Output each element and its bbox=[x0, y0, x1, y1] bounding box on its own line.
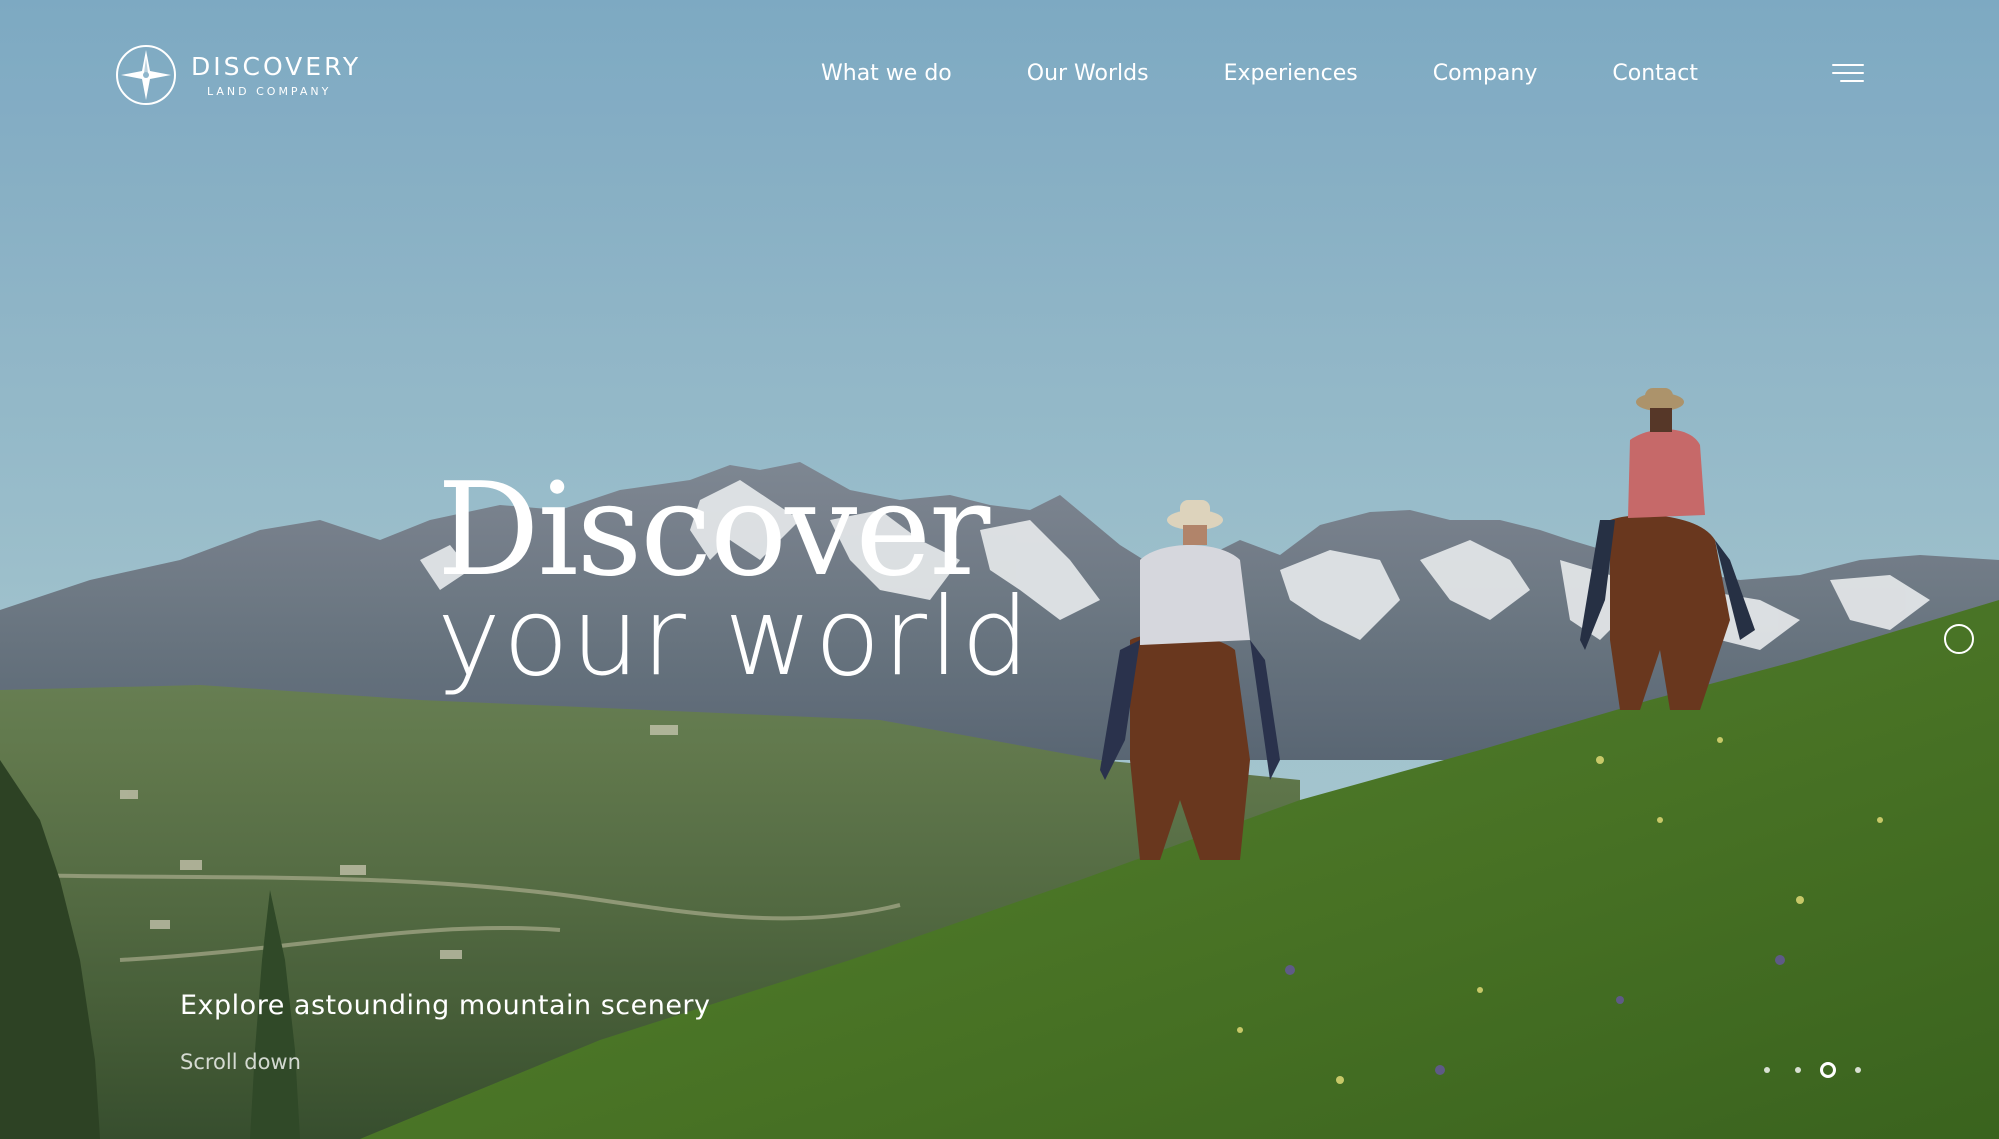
nav-item-what-we-do[interactable]: What we do bbox=[821, 61, 952, 86]
slide-dot-1[interactable] bbox=[1764, 1067, 1770, 1073]
brand-wordmark: DISCOVERY LAND COMPANY bbox=[191, 54, 361, 97]
slide-dot-3-active[interactable] bbox=[1820, 1062, 1836, 1078]
slide-dot-4[interactable] bbox=[1855, 1067, 1861, 1073]
nav-item-company[interactable]: Company bbox=[1433, 61, 1538, 86]
nav-item-our-worlds[interactable]: Our Worlds bbox=[1027, 61, 1149, 86]
site-header: DISCOVERY LAND COMPANY What we do Our Wo… bbox=[0, 0, 1999, 150]
slide-caption: Explore astounding mountain scenery bbox=[180, 990, 711, 1021]
hamburger-menu-icon[interactable] bbox=[1830, 64, 1864, 88]
main-nav: What we do Our Worlds Experiences Compan… bbox=[821, 61, 1698, 86]
circle-ring-icon[interactable] bbox=[1944, 624, 1974, 654]
brand-name: DISCOVERY bbox=[191, 51, 362, 81]
compass-star-icon bbox=[116, 45, 176, 105]
scroll-down-link[interactable]: Scroll down bbox=[180, 1050, 301, 1074]
hero-headline: Discover your world bbox=[437, 456, 1032, 700]
brand-tagline: LAND COMPANY bbox=[207, 84, 332, 98]
nav-item-contact[interactable]: Contact bbox=[1612, 61, 1698, 86]
brand-logo[interactable]: DISCOVERY LAND COMPANY bbox=[115, 44, 361, 106]
nav-item-experiences[interactable]: Experiences bbox=[1224, 61, 1358, 86]
slide-pagination bbox=[1760, 1060, 1870, 1080]
slide-dot-2[interactable] bbox=[1795, 1067, 1801, 1073]
hero-headline-line1: Discover bbox=[437, 456, 990, 605]
hero-headline-line2: your world bbox=[437, 575, 1032, 700]
hero-section: DISCOVERY LAND COMPANY What we do Our Wo… bbox=[0, 0, 1999, 1139]
